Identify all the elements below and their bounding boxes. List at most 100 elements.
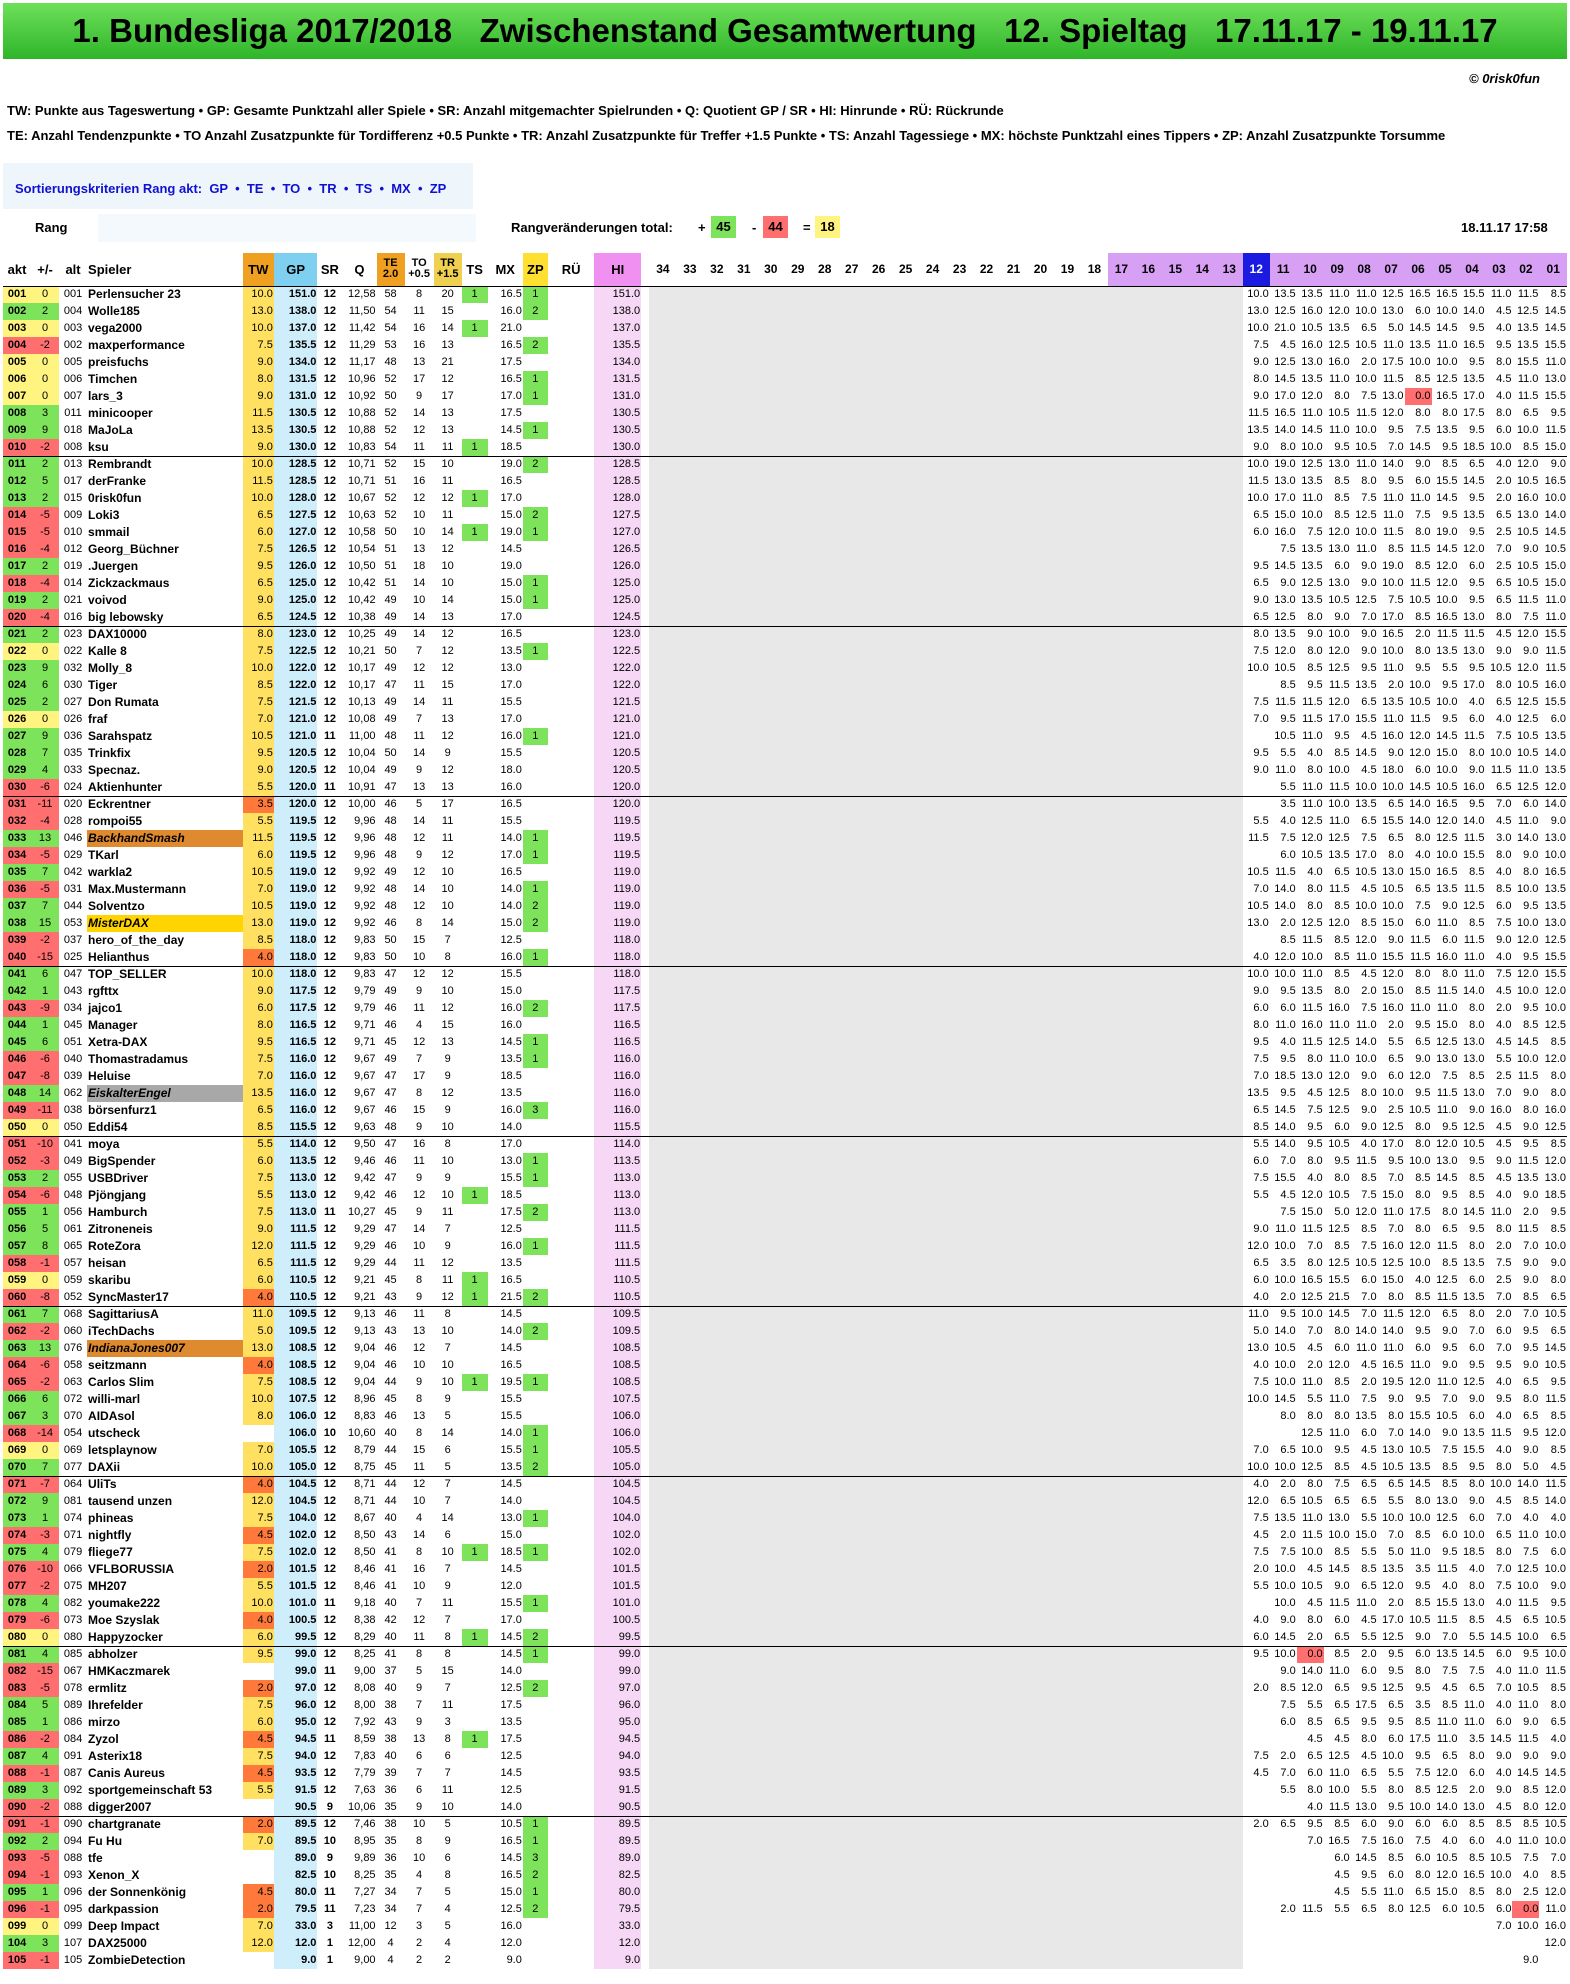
matchday-cell xyxy=(1107,371,1135,388)
player-name: tfe xyxy=(88,1851,103,1865)
matchday-cell: 13.0 xyxy=(1544,917,1566,929)
matchday-cell xyxy=(757,1884,785,1901)
sr-value: 12 xyxy=(323,1104,336,1116)
matchday-cell xyxy=(919,1645,947,1663)
matchday-cell xyxy=(919,1697,947,1714)
matchday-cell xyxy=(973,813,1001,830)
te-value: 46 xyxy=(384,1240,397,1252)
matchday-cell xyxy=(1134,1867,1162,1884)
gp-value: 108.5 xyxy=(273,1374,318,1391)
matchday-cell: 16.0 xyxy=(1301,339,1323,351)
matchday-cell xyxy=(811,320,839,337)
matchday-cell: 3.5 xyxy=(1415,1563,1431,1575)
matchday-cell: 11.0 xyxy=(1436,1733,1458,1745)
matchday-cell: 6.5 xyxy=(1523,407,1539,419)
matchday-cell xyxy=(784,1459,812,1476)
matchday-cell: 6.5 xyxy=(1550,1630,1566,1643)
matchday-cell: 14.0 xyxy=(1274,424,1296,436)
matchday-cell xyxy=(1027,1204,1054,1221)
matchday-cell xyxy=(1027,1697,1054,1714)
matchday-cell xyxy=(1027,847,1054,864)
matchday-cell: 4.0 xyxy=(1550,1733,1566,1745)
to-value: 7 xyxy=(416,713,423,725)
matchday-cell xyxy=(811,371,839,388)
rank-current: 036 xyxy=(3,881,32,898)
gp-value: 125.0 xyxy=(273,575,318,592)
player-name: seitzmann xyxy=(88,1358,147,1372)
matchday-cell xyxy=(703,1340,731,1357)
matchday-cell: 8.5 xyxy=(1415,610,1431,623)
rank-previous: 032 xyxy=(63,662,83,674)
gp-value: 127.5 xyxy=(273,507,318,524)
tw-value: 13.0 xyxy=(242,1340,274,1357)
matchday-cell: 8.0 xyxy=(1307,1155,1323,1167)
matchday-cell xyxy=(1161,592,1189,609)
rank-previous: 093 xyxy=(63,1869,83,1881)
matchday-cell xyxy=(892,898,920,915)
tw-value: 7.0 xyxy=(242,711,274,728)
matchday-cell xyxy=(1243,677,1270,694)
matchday-cell xyxy=(946,864,974,881)
matchday-cell xyxy=(730,813,758,830)
matchday-cell: 12.5 xyxy=(1436,832,1458,844)
matchday-cell xyxy=(946,915,974,932)
matchday-cell xyxy=(730,881,758,898)
matchday-cell: 8.0 xyxy=(1523,1104,1539,1116)
matchday-cell xyxy=(1107,1799,1135,1816)
matchday-cell: 8.5 xyxy=(1469,866,1485,878)
sr-value: 12 xyxy=(323,407,336,419)
matchday-cell xyxy=(1134,779,1162,796)
matchday-cell xyxy=(649,422,677,439)
matchday-cell xyxy=(973,932,1001,949)
matchday-cell xyxy=(1161,762,1189,779)
matchday-cell xyxy=(1000,1221,1027,1238)
matchday-cell xyxy=(892,1493,920,1510)
matchday-cell xyxy=(919,1170,947,1187)
matchday-cell xyxy=(1107,1612,1135,1629)
rang-label: Rang xyxy=(35,220,68,235)
matchday-cell xyxy=(865,1645,893,1663)
rank-current: 017 xyxy=(3,558,32,575)
matchday-cell: 10.0 xyxy=(1296,1305,1324,1323)
matchday-cell xyxy=(946,1425,974,1442)
matchday-cell: 11.0 xyxy=(1517,1835,1539,1847)
matchday-cell xyxy=(946,1782,974,1799)
mx-value: 12.5 xyxy=(500,934,522,946)
matchday-cell: 6.0 xyxy=(1280,1716,1296,1728)
matchday-cell xyxy=(730,1085,758,1102)
ru-value xyxy=(548,1680,595,1697)
matchday-cell: 10.0 xyxy=(1516,985,1539,997)
matchday-cell: 13.0 xyxy=(1328,577,1350,589)
matchday-cell: 10.0 xyxy=(1490,440,1512,453)
matchday-cell xyxy=(649,337,677,354)
matchday-cell: 14.0 xyxy=(1269,1135,1297,1153)
sr-value: 12 xyxy=(323,1274,336,1286)
matchday-cell xyxy=(1134,847,1162,864)
matchday-cell: 14.0 xyxy=(1463,815,1485,827)
matchday-cell xyxy=(919,1833,947,1850)
spacer-cell xyxy=(641,1204,649,1221)
matchday-cell: 7.0 xyxy=(1485,795,1513,813)
col-q: Q xyxy=(342,253,377,287)
matchday-cell: 11.0 xyxy=(1436,1104,1458,1116)
matchday-cell xyxy=(676,1782,704,1799)
matchday-cell xyxy=(919,965,947,983)
matchday-cell xyxy=(1027,1034,1054,1051)
matchday-cell: 12.0 xyxy=(1328,917,1350,929)
to-value: 11 xyxy=(413,305,425,317)
matchday-cell xyxy=(865,830,893,847)
matchday-cell xyxy=(703,1204,731,1221)
zp-value: 1 xyxy=(522,728,548,745)
matchday-cell xyxy=(1080,439,1108,456)
col-md-06: 06 xyxy=(1404,253,1432,287)
matchday-cell: 11.5 xyxy=(1302,696,1323,708)
matchday-cell: 9.5 xyxy=(1523,1002,1539,1014)
matchday-cell xyxy=(946,1442,974,1459)
matchday-cell xyxy=(1080,490,1108,507)
matchday-cell xyxy=(865,1289,893,1306)
matchday-cell xyxy=(676,303,704,320)
matchday-cell xyxy=(838,609,866,626)
zp-value xyxy=(523,864,548,881)
q-value: 9,89 xyxy=(354,1852,376,1864)
rank-current: 041 xyxy=(3,965,32,983)
